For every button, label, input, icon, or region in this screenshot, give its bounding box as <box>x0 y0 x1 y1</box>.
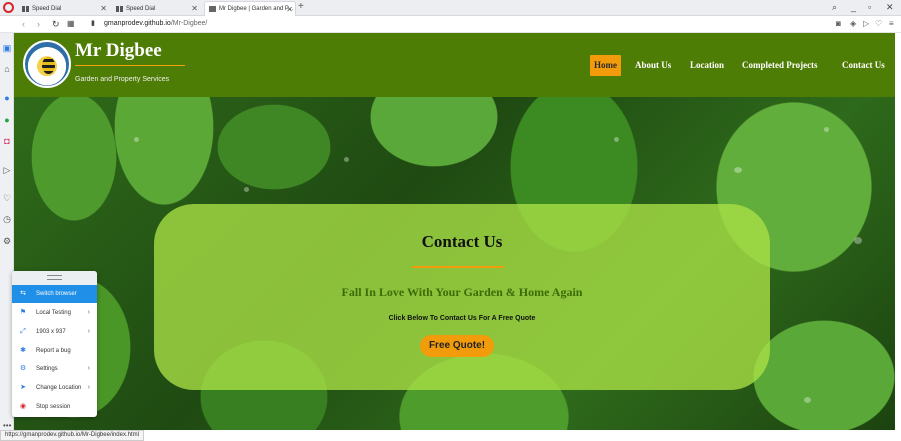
switch-browser-item[interactable]: ⇆ Switch browser <box>12 285 97 303</box>
menu-label: Report a bug <box>36 348 71 354</box>
mr-digbee-logo[interactable] <box>23 40 71 88</box>
change-location-item[interactable]: ➤ Change Location › <box>12 379 97 397</box>
close-icon[interactable]: ✕ <box>100 4 107 13</box>
send-icon[interactable]: ▷ <box>863 19 869 28</box>
location-icon: ➤ <box>20 384 26 391</box>
gear-icon: ⚙ <box>19 365 27 372</box>
browserstack-panel: ⇆ Switch browser ⚑ Local Testing › ⤢ 190… <box>12 271 97 417</box>
water-drop <box>344 157 349 162</box>
settings-item[interactable]: ⚙ Settings › <box>12 360 97 378</box>
speed-dial-icon <box>22 5 29 12</box>
shield-icon[interactable]: ◈ <box>850 19 856 28</box>
more-icon[interactable]: ••• <box>3 421 11 430</box>
nav-about-us[interactable]: About Us <box>635 55 671 76</box>
close-icon[interactable]: ✕ <box>286 5 293 14</box>
contact-card: Contact Us Fall In Love With Your Garden… <box>154 204 770 390</box>
tab-mr-digbee[interactable]: Mr Digbee | Garden and P... ✕ <box>204 1 296 16</box>
camera-icon[interactable]: ◙ <box>836 19 841 28</box>
tab-label: Speed Dial <box>32 5 62 12</box>
title-underline <box>412 266 504 268</box>
lock-icon: ▮ <box>91 20 95 27</box>
tab-speed-dial-1[interactable]: Speed Dial ✕ <box>18 1 113 16</box>
menu-label: 1903 x 937 <box>36 329 66 335</box>
contact-subtitle: Fall In Love With Your Garden & Home Aga… <box>341 285 583 299</box>
chevron-right-icon: › <box>87 384 90 391</box>
brand-name[interactable]: Mr Digbee <box>75 40 162 62</box>
water-drop <box>134 137 139 142</box>
reload-icon[interactable]: ↻ <box>52 19 60 30</box>
menu-label: Stop session <box>36 404 71 410</box>
water-drop <box>244 187 249 192</box>
site-header: Mr Digbee Garden and Property Services H… <box>14 33 895 97</box>
brand-tagline: Garden and Property Services <box>75 76 170 83</box>
history-icon[interactable]: ◷ <box>2 214 12 224</box>
water-drop <box>804 397 811 403</box>
water-drop <box>854 237 862 244</box>
nav-completed-projects[interactable]: Completed Projects <box>742 55 818 76</box>
menu-label: Change Location <box>36 385 82 391</box>
free-quote-button[interactable]: Free Quote! <box>420 335 494 357</box>
bee-icon <box>42 57 55 74</box>
instagram-icon[interactable]: ◘ <box>2 136 12 146</box>
menu-label: Settings <box>36 366 58 372</box>
window-close-icon[interactable]: ✕ <box>886 2 894 13</box>
speed-dial-icon <box>116 5 123 12</box>
nav-location[interactable]: Location <box>690 55 724 76</box>
switch-icon: ⇆ <box>20 290 26 297</box>
whatsapp-icon[interactable]: ● <box>2 115 12 125</box>
menu-icon[interactable]: ≡ <box>889 19 894 28</box>
url-domain: gmanprodev.github.io <box>104 20 171 27</box>
water-drop <box>734 167 742 173</box>
local-testing-item[interactable]: ⚑ Local Testing › <box>12 304 97 322</box>
menu-label: Local Testing <box>36 310 71 316</box>
back-icon[interactable]: ‹ <box>22 19 25 29</box>
tab-label: Speed Dial <box>126 5 156 12</box>
local-testing-icon: ⚑ <box>19 309 27 316</box>
brand-underline <box>75 65 185 66</box>
heart-icon[interactable]: ♡ <box>875 19 882 28</box>
stop-icon: ◉ <box>19 403 27 410</box>
chevron-right-icon: › <box>87 365 90 372</box>
tab-bar: Speed Dial ✕ Speed Dial ✕ Mr Digbee | Ga… <box>0 0 901 16</box>
chevron-right-icon: › <box>87 328 90 335</box>
maximize-icon[interactable]: ▫ <box>868 2 871 12</box>
contact-note: Click Below To Contact Us For A Free Quo… <box>388 315 536 322</box>
tab-label: Mr Digbee | Garden and P... <box>219 6 294 12</box>
workspace-icon[interactable]: ▣ <box>2 43 12 53</box>
hero-section: Contact Us Fall In Love With Your Garden… <box>14 97 895 430</box>
menu-label: Switch browser <box>36 291 77 297</box>
resolution-item[interactable]: ⤢ 1903 x 937 › <box>12 323 97 341</box>
flow-icon[interactable]: ▷ <box>2 165 12 175</box>
tab-speed-dial-2[interactable]: Speed Dial ✕ <box>112 1 204 16</box>
contact-title: Contact Us <box>421 232 503 251</box>
chevron-right-icon: › <box>87 309 90 316</box>
page-icon <box>209 6 216 12</box>
resolution-icon: ⤢ <box>20 328 26 335</box>
minimize-icon[interactable]: _ <box>851 2 856 12</box>
forward-icon[interactable]: › <box>37 19 40 29</box>
nav-home[interactable]: Home <box>590 55 621 76</box>
messenger-icon[interactable]: ● <box>2 93 12 103</box>
close-icon[interactable]: ✕ <box>191 4 198 13</box>
nav-contact-us[interactable]: Contact Us <box>842 55 885 76</box>
opera-logo-icon[interactable] <box>3 2 14 13</box>
water-drop <box>824 127 829 132</box>
bug-icon: ✱ <box>20 347 26 354</box>
home-icon[interactable]: ⌂ <box>2 64 12 74</box>
heart-icon[interactable]: ♡ <box>2 193 12 203</box>
settings-icon[interactable]: ⚙ <box>2 236 12 246</box>
drag-icon <box>47 275 62 280</box>
search-tabs-icon[interactable]: ⌕ <box>832 2 837 13</box>
panel-drag-handle[interactable] <box>12 271 97 285</box>
report-bug-item[interactable]: ✱ Report a bug <box>12 342 97 360</box>
speed-dial-grid-icon[interactable]: ▦ <box>67 19 75 28</box>
address-bar: ‹ › ↻ ▦ ▮ gmanprodev.github.io/Mr-Digbee… <box>0 16 901 33</box>
website: Mr Digbee Garden and Property Services H… <box>14 33 895 430</box>
url-path: /Mr-Digbee/ <box>170 20 208 27</box>
status-url: https://gmanprodev.github.io/Mr-Digbee/i… <box>0 430 144 441</box>
water-drop <box>614 137 619 142</box>
stop-session-item[interactable]: ◉ Stop session <box>12 398 97 416</box>
url-field[interactable]: gmanprodev.github.io/Mr-Digbee/ <box>104 20 207 27</box>
new-tab-icon[interactable]: + <box>298 1 304 12</box>
